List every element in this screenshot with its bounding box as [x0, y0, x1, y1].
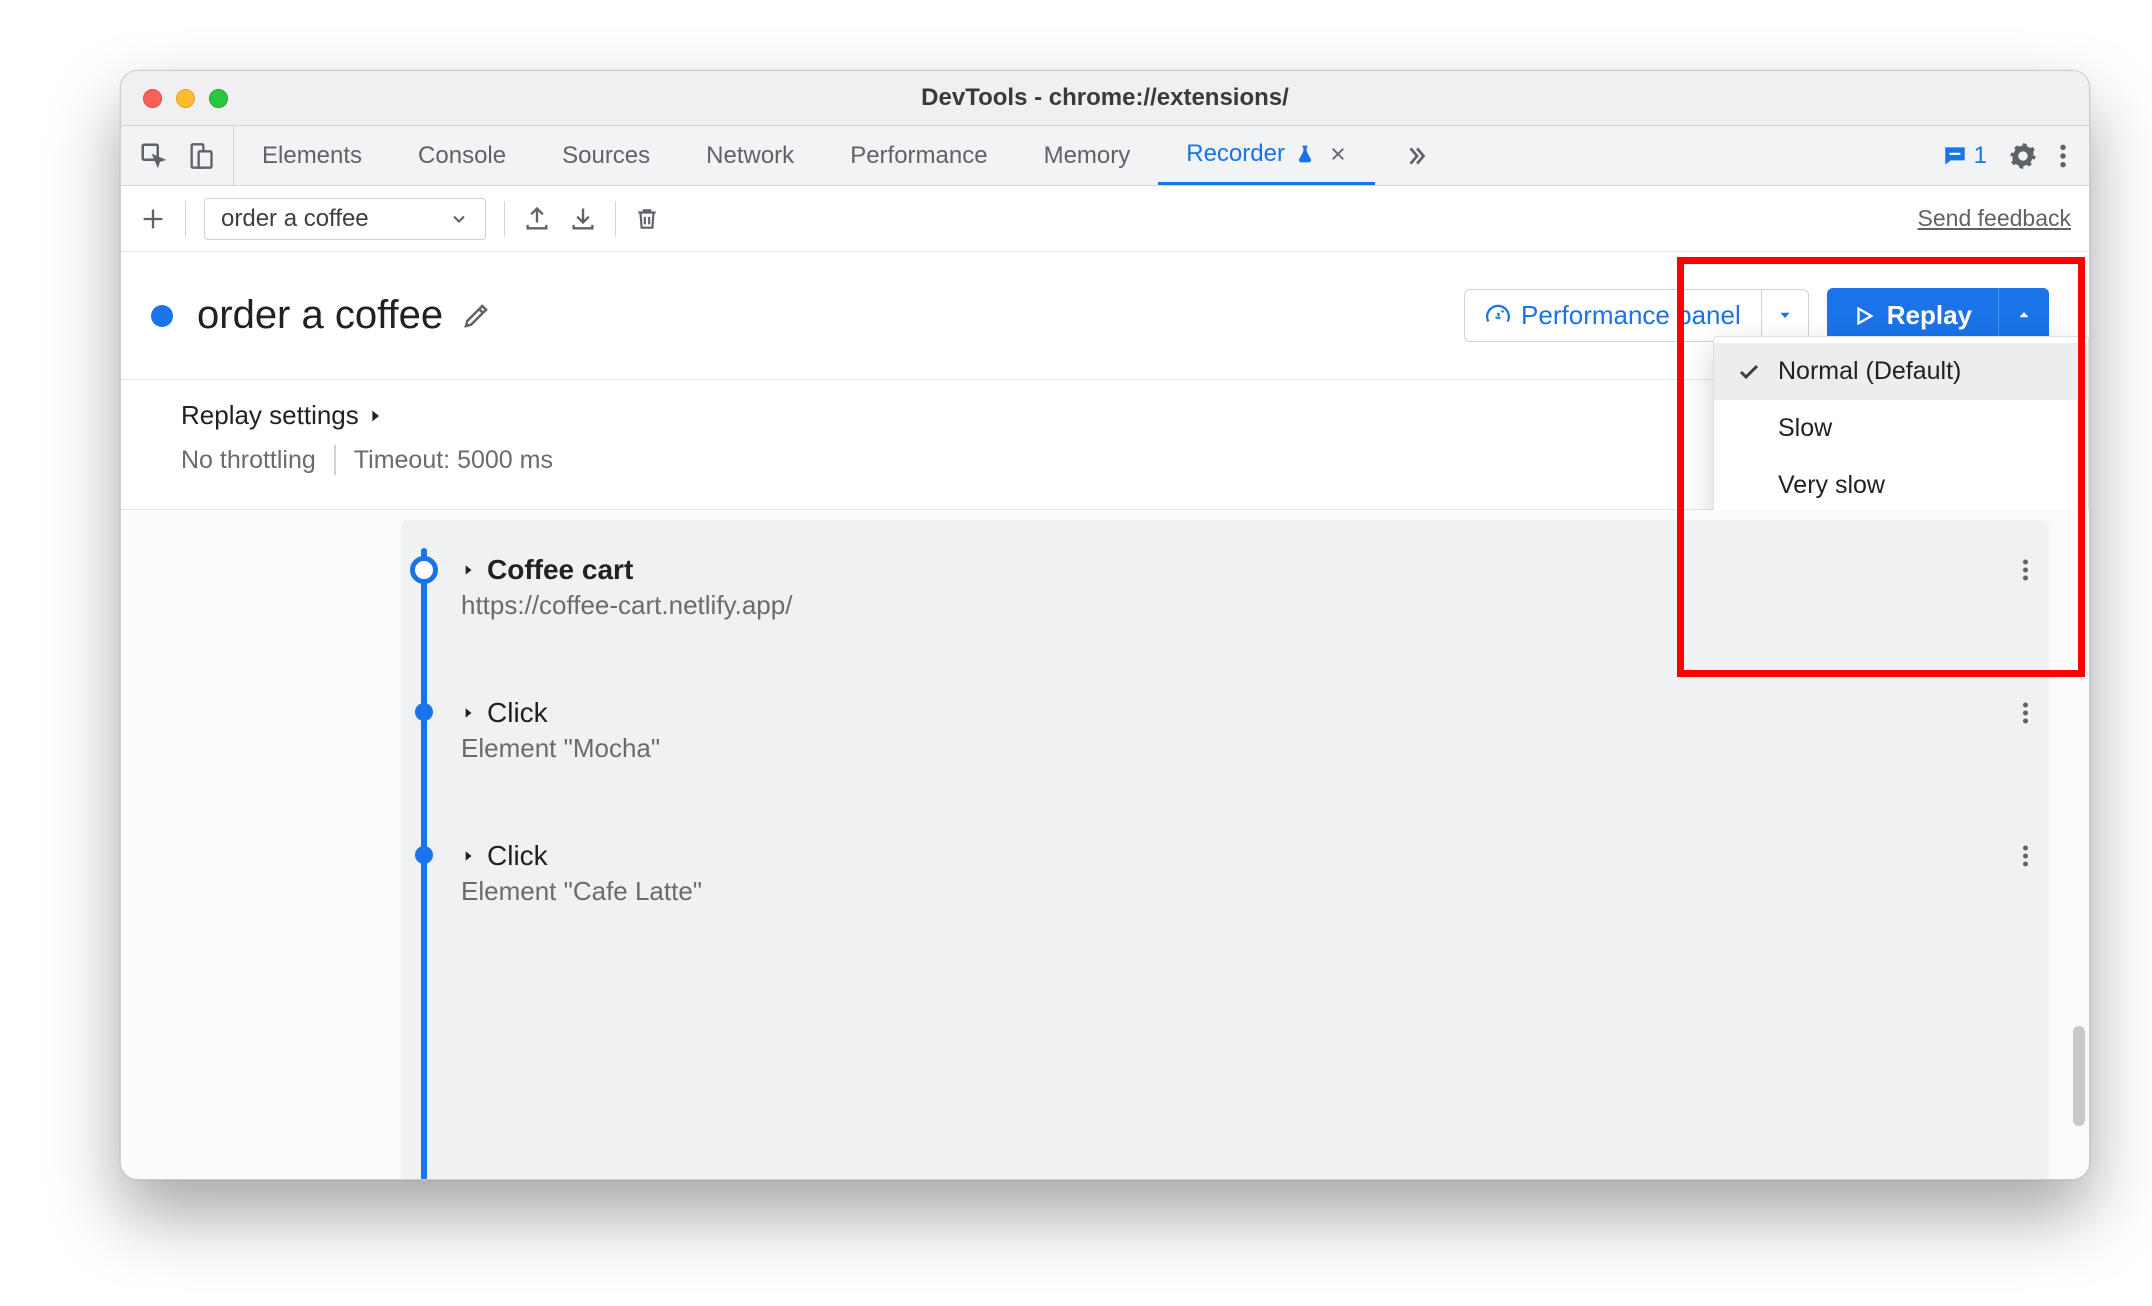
tab-label: Memory: [1044, 142, 1131, 170]
devtools-tabstrip: Elements Console Sources Network Perform…: [121, 126, 2089, 186]
close-icon[interactable]: [1329, 145, 1347, 163]
more-tabs-button[interactable]: [1375, 126, 1457, 185]
gauge-icon: [1485, 303, 1511, 329]
tab-elements[interactable]: Elements: [234, 126, 390, 185]
annotation-highlight: [1677, 257, 2085, 677]
tab-label: Network: [706, 142, 794, 170]
gear-icon[interactable]: [2009, 142, 2037, 170]
kebab-icon[interactable]: [2059, 143, 2067, 169]
recording-selector-label: order a coffee: [221, 205, 369, 233]
tab-sources[interactable]: Sources: [534, 126, 678, 185]
recording-title: order a coffee: [197, 293, 443, 338]
divider: [334, 445, 336, 475]
step[interactable]: Click Element "Cafe Latte": [401, 822, 2049, 925]
step-subtitle: https://coffee-cart.netlify.app/: [461, 590, 792, 621]
step-title: Coffee cart: [487, 554, 633, 586]
tab-label: Performance: [850, 142, 987, 170]
kebab-icon[interactable]: [2022, 701, 2029, 725]
caret-right-icon: [367, 407, 383, 425]
recorder-toolbar: order a coffee Send feedback: [121, 186, 2089, 252]
window-title: DevTools - chrome://extensions/: [121, 84, 2089, 112]
timeout-value: Timeout: 5000 ms: [354, 446, 553, 475]
recording-selector[interactable]: order a coffee: [204, 198, 486, 240]
titlebar: DevTools - chrome://extensions/: [121, 71, 2089, 126]
tab-label: Recorder: [1186, 140, 1285, 168]
step-title: Click: [487, 840, 548, 872]
edit-icon[interactable]: [461, 301, 491, 331]
step-title: Click: [487, 697, 548, 729]
tab-performance[interactable]: Performance: [822, 126, 1015, 185]
chevrons-right-icon: [1403, 143, 1429, 169]
issues-button[interactable]: 1: [1942, 142, 1987, 170]
status-dot-icon: [151, 305, 173, 327]
kebab-icon[interactable]: [2022, 844, 2029, 868]
throttle-value: No throttling: [181, 446, 316, 475]
tab-label: Console: [418, 142, 506, 170]
devtools-window: DevTools - chrome://extensions/ Elements…: [120, 70, 2090, 1180]
device-toolbar-icon[interactable]: [187, 141, 215, 171]
caret-right-icon: [461, 705, 475, 721]
step[interactable]: Click Element "Mocha": [401, 679, 2049, 782]
caret-right-icon: [461, 562, 475, 578]
tab-label: Sources: [562, 142, 650, 170]
tab-network[interactable]: Network: [678, 126, 822, 185]
replay-settings-label: Replay settings: [181, 400, 359, 431]
send-feedback-link[interactable]: Send feedback: [1918, 205, 2071, 232]
tab-label: Elements: [262, 142, 362, 170]
tab-memory[interactable]: Memory: [1016, 126, 1159, 185]
flask-icon: [1295, 143, 1315, 165]
tab-console[interactable]: Console: [390, 126, 534, 185]
add-icon[interactable]: [139, 205, 167, 233]
export-icon[interactable]: [523, 205, 551, 233]
chevron-down-icon: [449, 209, 469, 229]
tab-recorder[interactable]: Recorder: [1158, 126, 1375, 185]
caret-right-icon: [461, 848, 475, 864]
inspect-icon[interactable]: [139, 141, 169, 171]
scrollbar[interactable]: [2073, 1026, 2085, 1126]
import-icon[interactable]: [569, 205, 597, 233]
step-subtitle: Element "Mocha": [461, 733, 660, 764]
step-subtitle: Element "Cafe Latte": [461, 876, 702, 907]
issues-count: 1: [1974, 142, 1987, 170]
trash-icon[interactable]: [634, 205, 660, 233]
